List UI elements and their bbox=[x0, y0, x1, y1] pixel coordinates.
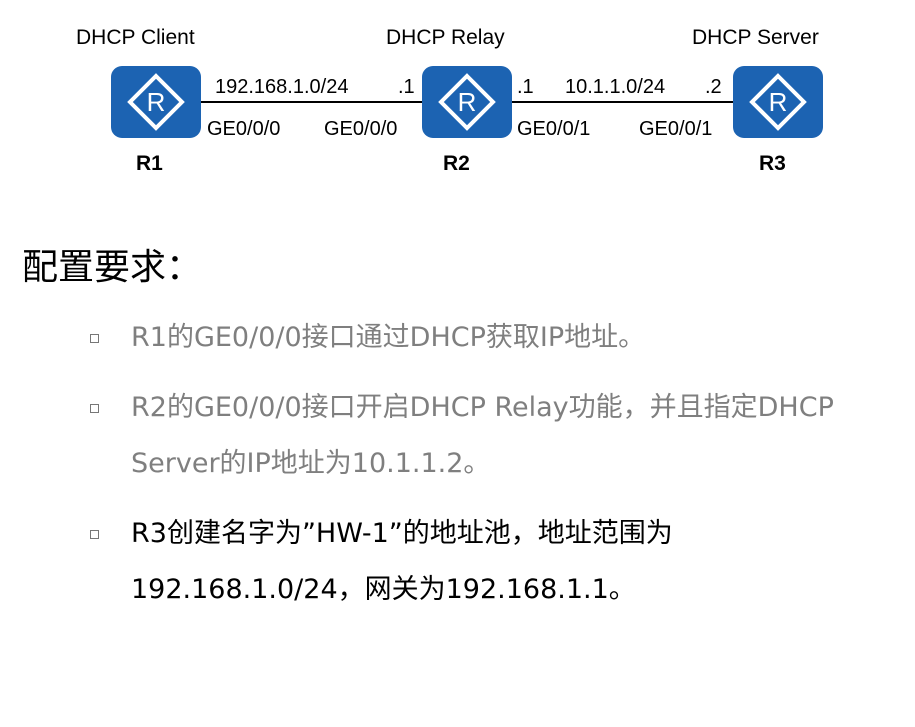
router-r1: R bbox=[111, 66, 201, 138]
requirements-heading: 配置要求： bbox=[22, 247, 203, 288]
network-topology-diagram: DHCP Client DHCP Relay DHCP Server R R R… bbox=[0, 0, 915, 200]
link1-right-iface: GE0/0/0 bbox=[324, 118, 398, 140]
link2-network: 10.1.1.0/24 bbox=[565, 76, 666, 98]
router-r3: R bbox=[733, 66, 823, 138]
link-r2-r3 bbox=[511, 101, 734, 103]
router-name-r2: R2 bbox=[443, 152, 470, 175]
router-r-icon: R bbox=[438, 73, 496, 131]
router-r-icon: R bbox=[127, 73, 185, 131]
link1-left-iface: GE0/0/0 bbox=[207, 118, 281, 140]
requirement-text-1: R1的GE0/0/0接口通过DHCP获取IP地址。 bbox=[131, 322, 646, 353]
svg-text:R: R bbox=[458, 87, 477, 117]
svg-text:R: R bbox=[147, 87, 166, 117]
link2-left-host: .1 bbox=[517, 76, 534, 98]
link2-right-iface: GE0/0/1 bbox=[639, 118, 713, 140]
router-r2: R bbox=[422, 66, 512, 138]
role-label-server: DHCP Server bbox=[692, 26, 819, 49]
link2-right-host: .2 bbox=[705, 76, 722, 98]
bullet-square-icon bbox=[90, 334, 99, 343]
router-r-icon: R bbox=[749, 73, 807, 131]
requirement-text-2: R2的GE0/0/0接口开启DHCP Relay功能，并且指定DHCP Serv… bbox=[131, 392, 834, 479]
link-r1-r2 bbox=[201, 101, 423, 103]
link2-left-iface: GE0/0/1 bbox=[517, 118, 591, 140]
link1-right-host: .1 bbox=[398, 76, 415, 98]
role-label-relay: DHCP Relay bbox=[386, 26, 505, 49]
requirement-text-3: R3创建名字为”HW-1”的地址池，地址范围为192.168.1.0/24，网关… bbox=[131, 518, 673, 605]
router-name-r1: R1 bbox=[136, 152, 163, 175]
bullet-square-icon bbox=[90, 404, 99, 413]
bullet-square-icon bbox=[90, 530, 99, 539]
role-label-client: DHCP Client bbox=[76, 26, 195, 49]
link1-network: 192.168.1.0/24 bbox=[215, 76, 349, 98]
router-name-r3: R3 bbox=[759, 152, 786, 175]
svg-text:R: R bbox=[769, 87, 788, 117]
